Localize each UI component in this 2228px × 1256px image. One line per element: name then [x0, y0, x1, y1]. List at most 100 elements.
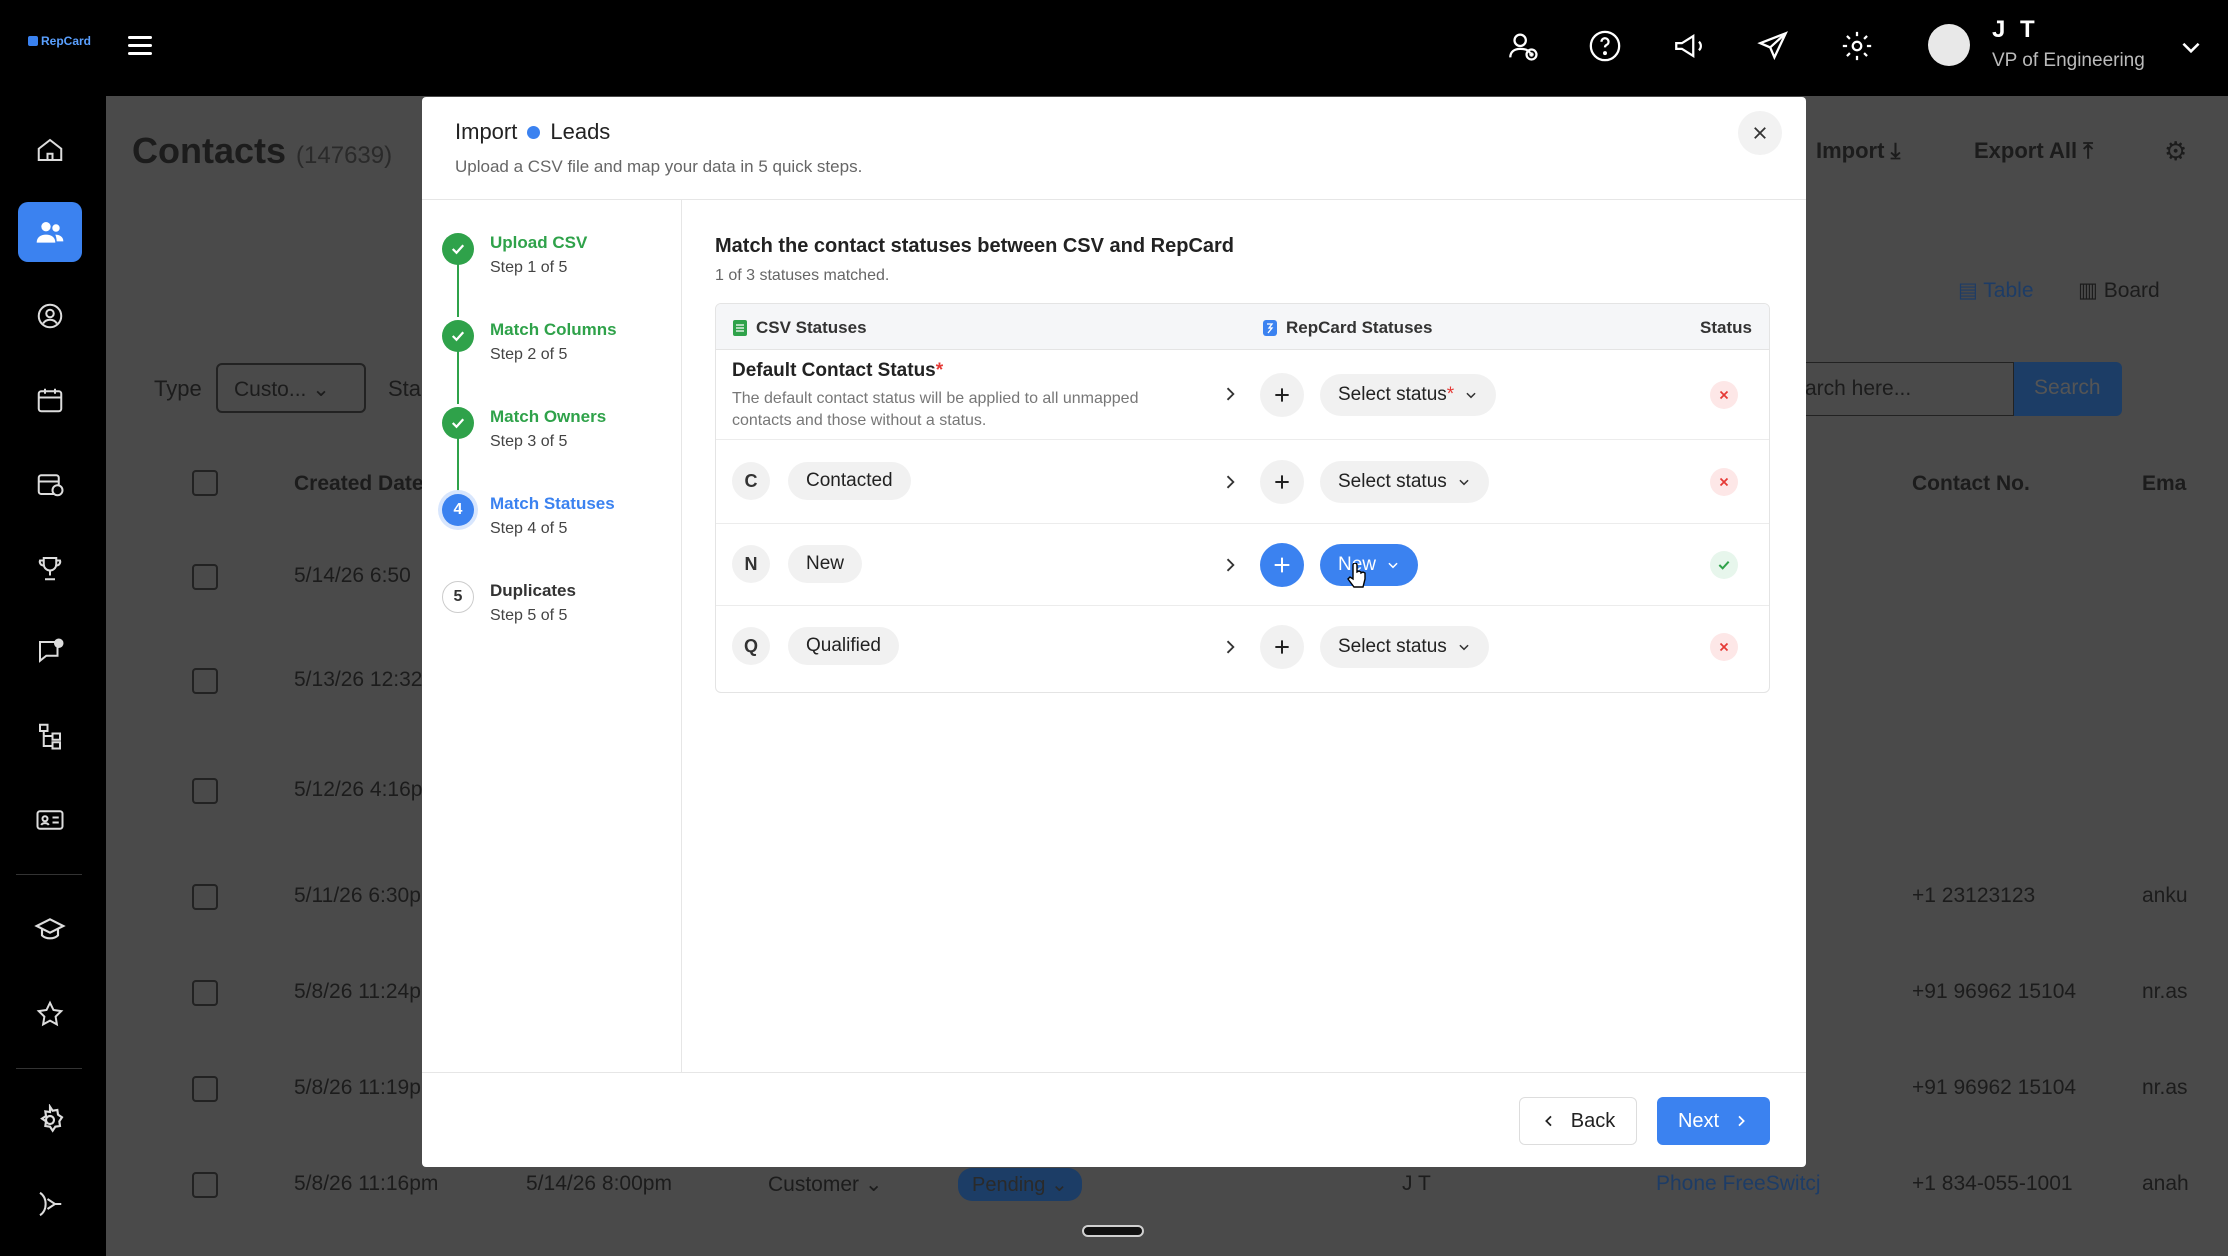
user-name: J T	[1992, 16, 2039, 43]
csv-status-pill: Contacted	[788, 462, 911, 500]
next-button[interactable]: Next	[1657, 1097, 1770, 1145]
close-button[interactable]	[1738, 111, 1782, 155]
graduation-cap-icon[interactable]	[18, 900, 82, 960]
app-logo[interactable]: RepCard	[28, 34, 91, 48]
step-badge: 5	[442, 581, 474, 613]
chat-icon[interactable]	[18, 622, 82, 682]
step-upload-csv[interactable]: Upload CSV Step 1 of 5	[442, 233, 587, 277]
chevron-down-icon	[1466, 392, 1476, 399]
table-cell: +91 96962 15104	[1912, 980, 2077, 1003]
modal-subtitle: Upload a CSV file and map your data in 5…	[455, 157, 863, 176]
avatar[interactable]	[1928, 24, 1970, 66]
add-status-button[interactable]	[1260, 543, 1304, 587]
unmatched-x-icon	[1710, 633, 1738, 661]
step-name: Upload CSV	[490, 233, 588, 252]
default-status-select[interactable]: Select status*	[1320, 374, 1497, 416]
board-view-tab[interactable]: ▥ Board	[2078, 278, 2160, 303]
row-checkbox[interactable]	[192, 668, 218, 694]
star-icon[interactable]	[18, 984, 82, 1044]
settings-icon[interactable]	[1837, 26, 1877, 66]
repcard-status-select[interactable]: Select status	[1320, 461, 1489, 503]
row-checkbox[interactable]	[192, 778, 218, 804]
modal-title-import: Import	[455, 119, 518, 144]
export-all-button[interactable]: Export All ⤒	[1974, 138, 2093, 164]
help-icon[interactable]	[1585, 26, 1625, 66]
type-cell-select[interactable]: Customer ⌄	[768, 1172, 882, 1197]
gear-icon[interactable]	[18, 1090, 82, 1150]
check-icon	[442, 233, 474, 265]
page-title: Contacts (147639)	[132, 130, 393, 171]
collapse-icon[interactable]	[18, 1174, 82, 1234]
table-view-tab[interactable]: ▤ Table	[1958, 278, 2034, 303]
contacts-icon[interactable]	[18, 202, 82, 262]
select-all-checkbox[interactable]	[192, 470, 218, 496]
default-status-label: Default Contact Status*	[732, 360, 944, 381]
column-header-email[interactable]: Ema	[2142, 472, 2186, 496]
step-match-owners[interactable]: Match Owners Step 3 of 5	[442, 407, 606, 451]
user-role: VP of Engineering	[1992, 50, 2145, 71]
chevron-down-icon[interactable]	[2178, 34, 2204, 65]
type-filter-label: Type	[154, 376, 202, 401]
trophy-icon[interactable]	[18, 538, 82, 598]
menu-icon[interactable]	[128, 36, 152, 58]
org-chart-icon[interactable]	[18, 706, 82, 766]
add-status-button[interactable]	[1260, 460, 1304, 504]
import-button[interactable]: Import ⤓	[1816, 138, 1900, 164]
step-match-statuses[interactable]: 4 Match Statuses Step 4 of 5	[442, 494, 615, 538]
table-header: CSV Statuses RepCard Statuses Status	[716, 304, 1769, 350]
step-match-columns[interactable]: Match Columns Step 2 of 5	[442, 320, 617, 364]
status-header: Status	[1700, 318, 1752, 337]
unmatched-x-icon	[1710, 468, 1738, 496]
calendar-icon[interactable]	[18, 370, 82, 430]
chevron-right-icon	[1220, 555, 1240, 580]
repcard-status-select[interactable]: Select status	[1320, 626, 1489, 668]
search-input[interactable]: arch here...	[1796, 362, 2014, 416]
step-badge: 4	[442, 494, 474, 526]
search-button[interactable]: Search	[2014, 362, 2122, 416]
status-row-contacted: C Contacted Select status	[716, 440, 1769, 524]
repcard-status-select[interactable]: New	[1320, 544, 1419, 586]
add-status-button[interactable]	[1260, 625, 1304, 669]
close-icon	[1754, 127, 1766, 139]
csv-file-icon	[733, 320, 747, 336]
type-filter-select[interactable]: Custo... ⌄	[216, 363, 366, 413]
schedule-icon[interactable]	[18, 454, 82, 514]
add-status-button[interactable]	[1260, 373, 1304, 417]
home-icon[interactable]	[18, 120, 82, 180]
step-number: Step 2 of 5	[490, 346, 568, 363]
table-cell: anku	[2142, 884, 2188, 907]
plus-icon	[1274, 557, 1290, 573]
table-cell: 5/8/26 11:16pm	[294, 1172, 439, 1195]
row-checkbox[interactable]	[192, 1076, 218, 1102]
plus-icon	[1275, 388, 1289, 402]
add-user-icon[interactable]	[1503, 26, 1543, 66]
row-checkbox[interactable]	[192, 980, 218, 1006]
table-cell: J T	[1402, 1172, 1431, 1195]
default-status-row: Default Contact Status* The default cont…	[716, 350, 1769, 440]
column-header-created[interactable]: Created Date	[294, 472, 424, 496]
title-separator-dot	[527, 125, 541, 139]
page-settings-icon[interactable]: ⚙	[2164, 136, 2187, 167]
id-card-icon[interactable]	[18, 790, 82, 850]
row-checkbox[interactable]	[192, 564, 218, 590]
back-button[interactable]: Back	[1519, 1097, 1637, 1145]
user-search-icon[interactable]	[18, 286, 82, 346]
chevron-left-icon	[1544, 1115, 1552, 1127]
status-filter-label: Sta	[388, 376, 422, 401]
chevron-down-icon	[1388, 562, 1398, 569]
step-duplicates[interactable]: 5 Duplicates Step 5 of 5	[442, 581, 576, 625]
source-link[interactable]: Phone FreeSwitcj	[1656, 1172, 1821, 1196]
unmatched-x-icon	[1710, 381, 1738, 409]
mouse-pointer-icon	[1346, 562, 1368, 594]
column-header-contact-no[interactable]: Contact No.	[1912, 472, 2030, 496]
send-icon[interactable]	[1753, 26, 1793, 66]
status-badge[interactable]: Pending ⌄	[958, 1168, 1082, 1201]
home-indicator[interactable]	[1082, 1225, 1144, 1237]
chevron-right-icon	[1220, 472, 1240, 497]
sidebar	[0, 96, 106, 1256]
megaphone-icon[interactable]	[1669, 26, 1709, 66]
plus-icon	[1275, 640, 1289, 654]
required-mark: *	[935, 360, 944, 381]
row-checkbox[interactable]	[192, 884, 218, 910]
row-checkbox[interactable]	[192, 1172, 218, 1198]
